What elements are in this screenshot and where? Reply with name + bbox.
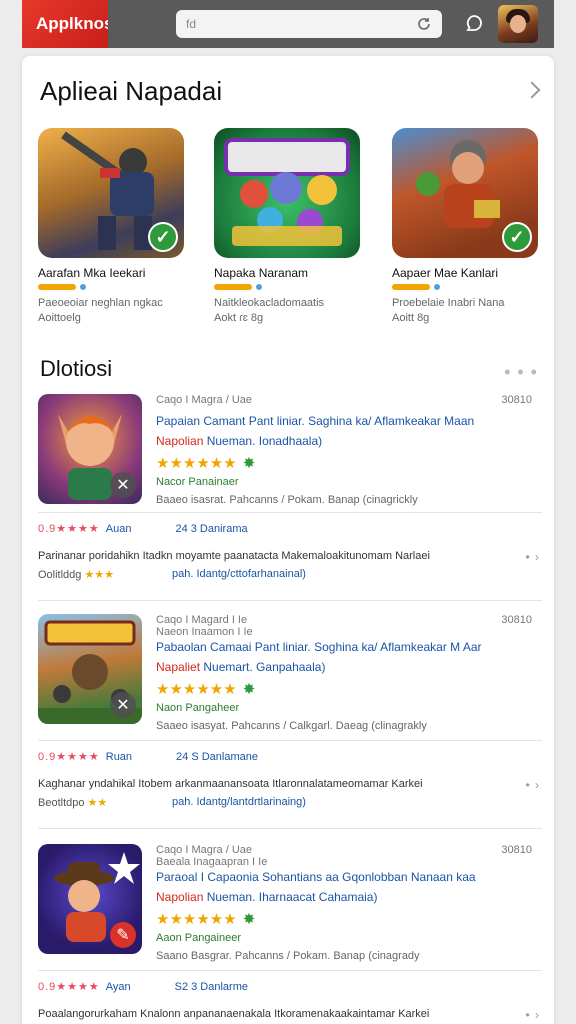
star-rating: ★★★★★★ ✸ <box>156 454 256 472</box>
rating-bar <box>392 284 542 290</box>
rating-row: 0.9★★★★ Ayan S2 3 Danlarme <box>38 980 248 994</box>
entry-number: 30810 <box>501 394 532 406</box>
developer-name[interactable]: Aaon Pangaineer <box>156 932 536 944</box>
chevron-right-icon[interactable]: • › <box>525 778 540 792</box>
entry-subtitle: Napolian Nueman. Iharnaacat Cahamaia) <box>156 890 378 904</box>
entry-category: Saano Basgrar. Pahcanns / Pokam. Banap (… <box>156 950 420 962</box>
entry-number: 30810 <box>501 614 532 626</box>
entry-category: Saaeo isasyat. Pahcanns / Calkgarl. Daea… <box>156 720 427 732</box>
chat-icon[interactable] <box>462 12 486 36</box>
verified-icon: ✸ <box>242 681 256 698</box>
entry-info: Caqo I Magra / Uae Baeala Inagaapran I Ie… <box>156 844 536 962</box>
entry-info: Caqo I Magra / Uae 30810 Papaian Camant … <box>156 394 536 506</box>
top-bar: Applknosai fd <box>22 0 554 48</box>
chevron-right-icon[interactable] <box>523 81 541 99</box>
close-icon[interactable]: ✕ <box>110 692 136 718</box>
review-text-2: Oolitlddg ★★★ pah. Idantg/cttofarhanaina… <box>38 568 306 581</box>
game-thumbnail[interactable]: ✓ <box>38 128 184 258</box>
search-input[interactable]: fd <box>176 10 442 38</box>
divider <box>38 600 542 601</box>
developer-name[interactable]: Naon Pangaheer <box>156 702 536 714</box>
entry-subtitle: Napaliet Nuemart. Ganpahaala) <box>156 660 326 674</box>
game-thumbnail[interactable]: ✎ <box>38 844 142 954</box>
game-thumbnail[interactable]: ✕ <box>38 394 142 504</box>
entry-title[interactable]: Papaian Camant Pant liniar. Saghina ka/ … <box>156 414 536 428</box>
more-icon[interactable]: • • • <box>504 362 538 383</box>
developer-name[interactable]: Nacor Panainaer <box>156 476 536 488</box>
check-icon: ✓ <box>502 222 532 252</box>
rating-row: 0.9★★★★ Auan 24 3 Danirama <box>38 522 248 536</box>
review-text-2: Beotltdpo ★★ pah. Idantg/lantdrtlarinain… <box>38 796 306 809</box>
divider <box>38 828 542 829</box>
featured-card[interactable]: ✓ Aarafan Mka Ieekari Paeoeoiar neghlan … <box>38 128 188 326</box>
featured-name: Napaka Naranam <box>214 266 309 280</box>
featured-name: Aapaer Mae Kanlari <box>392 266 499 280</box>
featured-desc: Naitkleokacladomaatis Aokt ɾɛ 8g <box>214 297 325 324</box>
search-placeholder: fd <box>186 17 197 31</box>
review-text: Kaghanar yndahikal Itobem arkanmaanansoa… <box>38 778 423 790</box>
game-thumbnail[interactable]: ✕ <box>38 614 142 724</box>
entry-title[interactable]: Paraoal I Capaonia Sohantians aa Gqonlob… <box>156 870 536 884</box>
entry-number: 30810 <box>501 844 532 856</box>
content-panel: Aplieai Napadai ✓ Aarafan Mka Ieekari Pa… <box>22 56 554 1024</box>
monsters-illustration <box>224 138 350 246</box>
featured-name: Aarafan Mka Ieekari <box>38 266 146 280</box>
close-icon[interactable]: ✕ <box>110 472 136 498</box>
star-rating: ★★★★★★ ✸ <box>156 910 256 928</box>
featured-desc: Proebelaie Inabri Nana Aoitt 8g <box>392 297 505 324</box>
rating-row: 0.9★★★★ Ruan 24 S Danlamane <box>38 750 258 764</box>
entry-meta: Caqo I Magra / Uae <box>156 394 252 406</box>
divider <box>38 740 542 741</box>
entry-meta: Caqo I Magra / Uae Baeala Inagaapran I Ie <box>156 844 268 868</box>
review-text: Parinanar poridahikn Itadkn moyamte paan… <box>38 550 430 562</box>
verified-icon: ✸ <box>242 911 256 928</box>
chevron-right-icon[interactable]: • › <box>525 550 540 564</box>
star-rating: ★★★★★★ ✸ <box>156 680 256 698</box>
game-thumbnail[interactable]: ✓ <box>392 128 538 258</box>
featured-card[interactable]: Napaka Naranam Naitkleokacladomaatis Aokt… <box>214 128 364 326</box>
divider <box>38 512 542 513</box>
check-icon: ✓ <box>148 222 178 252</box>
review-text: Poaalangorurkaham Knalonn anpananaenakal… <box>38 1008 430 1020</box>
entry-subtitle: Napolian Nueman. Ionadhaala) <box>156 434 323 448</box>
verified-icon: ✸ <box>242 455 256 472</box>
settings-icon[interactable]: ✎ <box>110 922 136 948</box>
featured-desc: Paeoeoiar neghlan ngkac Aoittoelg <box>38 297 163 324</box>
entry-info: Caqo I Magard I Ie Naeon Inaamon I Ie 308… <box>156 614 536 732</box>
entry-category: Baaeo isasrat. Pahcanns / Pokam. Banap (… <box>156 494 418 506</box>
section-title: Aplieai Napadai <box>40 76 223 106</box>
rating-bar <box>38 284 188 290</box>
featured-row: ✓ Aarafan Mka Ieekari Paeoeoiar neghlan … <box>38 128 542 338</box>
refresh-icon[interactable] <box>416 16 432 32</box>
section-title: Dlotiosi <box>40 356 113 381</box>
divider <box>38 970 542 971</box>
brand-logo[interactable]: Applknosai <box>22 0 108 48</box>
game-thumbnail[interactable] <box>214 128 360 258</box>
entry-title[interactable]: Pabaolan Camaai Pant liniar. Soghina ka/… <box>156 640 536 654</box>
entry-meta: Caqo I Magard I Ie Naeon Inaamon I Ie <box>156 614 253 638</box>
featured-card[interactable]: ✓ Aapaer Mae Kanlari Proebelaie Inabri N… <box>392 128 542 326</box>
avatar[interactable] <box>498 5 538 43</box>
rating-bar <box>214 284 364 290</box>
chevron-right-icon[interactable]: • › <box>525 1008 540 1022</box>
